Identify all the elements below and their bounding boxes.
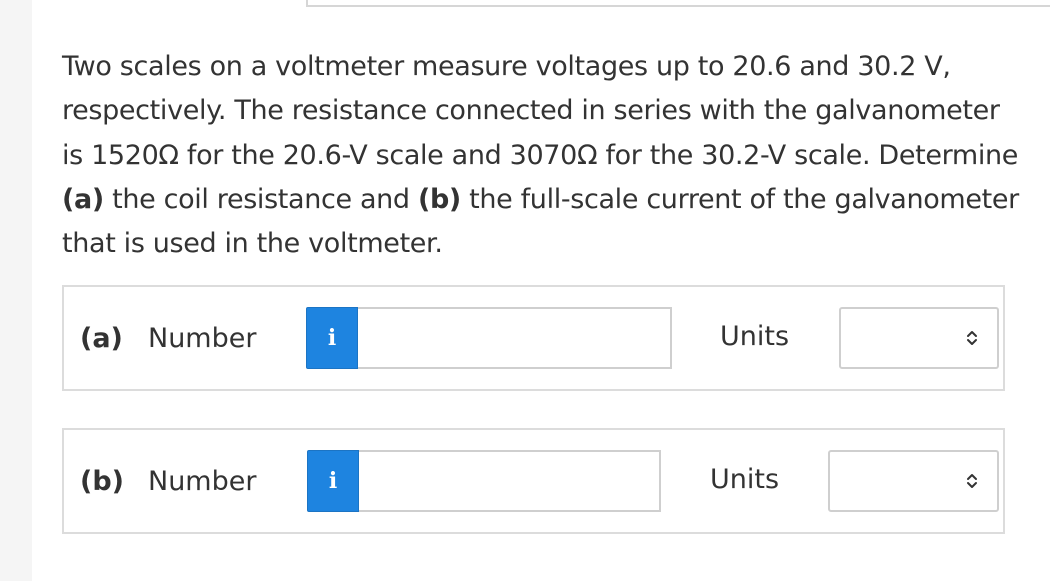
- part-letter: (b): [80, 465, 125, 497]
- top-divider: [307, 5, 1050, 7]
- number-label: Number: [148, 465, 257, 497]
- number-label: Number: [148, 322, 257, 354]
- units-select-b[interactable]: [828, 450, 999, 512]
- part-letter: (a): [80, 322, 123, 354]
- chevron-up-down-icon: [967, 474, 977, 488]
- units-label: Units: [710, 464, 780, 495]
- units-label: Units: [720, 321, 790, 352]
- answer-row-a: (a) Number i Units: [62, 285, 1005, 391]
- part-a-marker: (a): [62, 183, 104, 215]
- part-a-description: the coil resistance and: [103, 183, 418, 215]
- info-icon[interactable]: i: [306, 307, 358, 369]
- units-select-a[interactable]: [839, 307, 999, 369]
- question-page: Two scales on a voltmeter measure voltag…: [32, 0, 1050, 581]
- question-text: Two scales on a voltmeter measure voltag…: [62, 45, 1022, 266]
- info-icon[interactable]: i: [307, 450, 359, 512]
- number-input-b[interactable]: [359, 450, 661, 512]
- chevron-up-down-icon: [967, 331, 977, 345]
- question-intro: Two scales on a voltmeter measure voltag…: [62, 51, 1019, 171]
- answer-row-b: (b) Number i Units: [62, 428, 1005, 534]
- part-b-marker: (b): [417, 183, 461, 215]
- number-input-a[interactable]: [358, 307, 672, 369]
